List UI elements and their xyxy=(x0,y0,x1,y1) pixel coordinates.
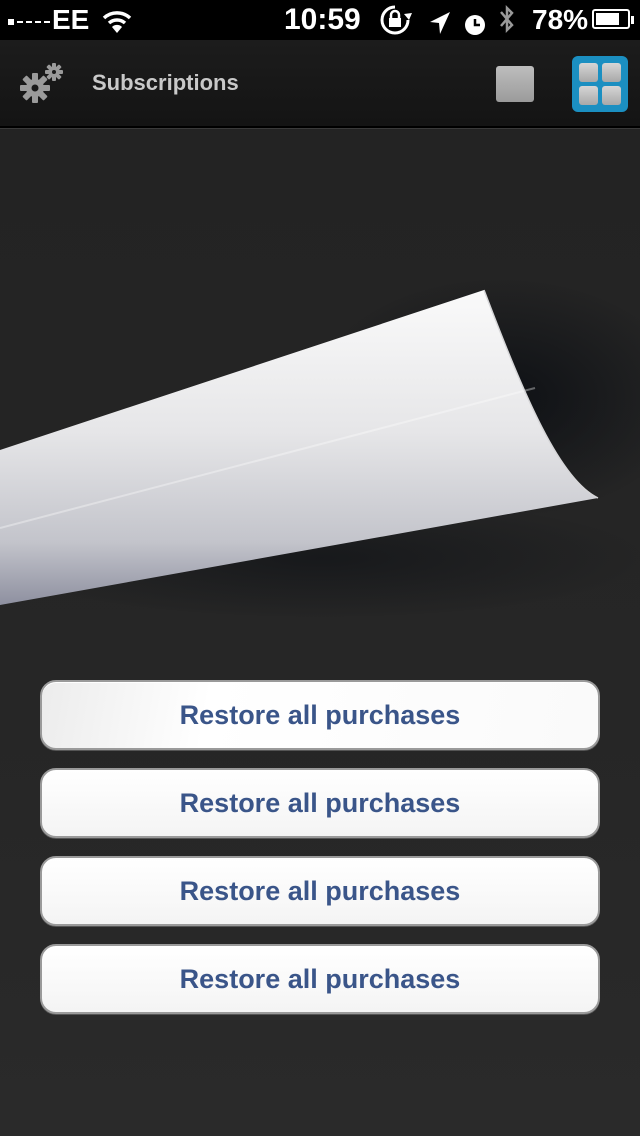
gears-icon xyxy=(20,63,63,103)
restore-purchases-button[interactable]: Restore all purchases xyxy=(40,680,600,750)
battery-fill xyxy=(596,13,619,25)
status-bar: EE 10:59 78% xyxy=(0,0,640,40)
grid-view-button[interactable] xyxy=(572,56,628,112)
app-screen: EE 10:59 78% Subscriptions Restore all p… xyxy=(0,0,640,1136)
single-page-view-icon xyxy=(496,66,534,102)
settings-button[interactable] xyxy=(16,60,66,108)
signal-icon xyxy=(8,0,53,40)
restore-purchases-button[interactable]: Restore all purchases xyxy=(40,944,600,1014)
navigation-bar: Subscriptions xyxy=(0,40,640,128)
carrier-name: EE xyxy=(52,4,90,35)
battery-percentage: 78% xyxy=(532,4,589,35)
restore-purchases-list: Restore all purchases Restore all purcha… xyxy=(40,680,600,1032)
page-title: Subscriptions xyxy=(92,70,239,95)
restore-purchases-button[interactable]: Restore all purchases xyxy=(40,768,600,838)
battery-icon xyxy=(592,9,634,31)
wifi-icon xyxy=(102,6,132,34)
rotation-lock-icon xyxy=(378,4,412,44)
restore-purchases-button[interactable]: Restore all purchases xyxy=(40,856,600,926)
page-curl-illustration xyxy=(0,278,640,618)
bluetooth-icon xyxy=(497,3,517,43)
clock: 10:59 xyxy=(284,3,361,36)
single-view-button[interactable] xyxy=(492,64,538,104)
